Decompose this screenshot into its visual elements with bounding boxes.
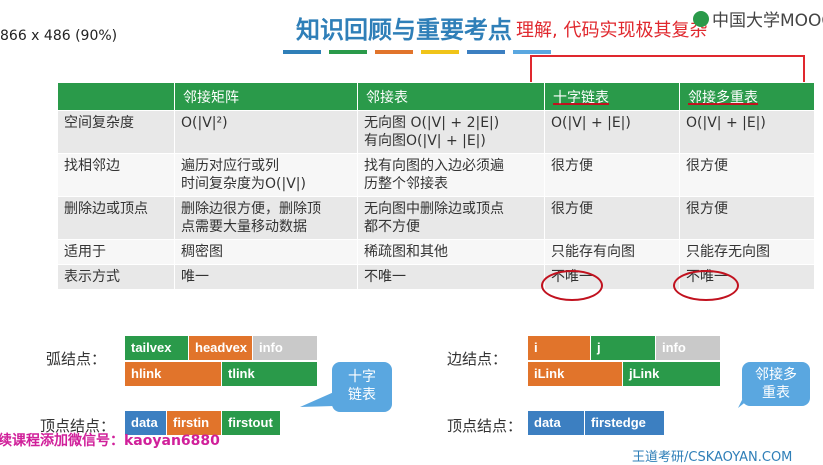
table-cell: 遍历对应行或列 时间复杂度为O(|V|) [174, 153, 358, 197]
row-header-cell: 表示方式 [57, 264, 175, 290]
table-cell: 稠密图 [174, 239, 358, 265]
table-cell: 无向图 O(|V| + 2|E|) 有向图O(|V| + |E|) [357, 110, 545, 154]
table-cell: O(|V|²) [174, 110, 358, 154]
callout-pointer [738, 392, 758, 408]
color-bar-segment [329, 50, 367, 54]
row-header-cell: 删除边或顶点 [57, 196, 175, 240]
callout-pointer [300, 392, 334, 407]
row-header-cell: 适用于 [57, 239, 175, 265]
handwritten-annotation: 理解, 代码实现极其复杂 [516, 20, 708, 41]
annotation-circle [673, 270, 739, 301]
table-header-cell: 邻接多重表 [679, 82, 815, 111]
table-cell: 唯一 [174, 264, 358, 290]
color-bar-segment [421, 50, 459, 54]
row-header-cell: 找相邻边 [57, 153, 175, 197]
field-hlink: hlink [125, 362, 221, 386]
mooc-logo-text: 中国大学MOOC [712, 11, 823, 31]
edge-node-label: 边结点： [447, 350, 508, 368]
annotation-circle [541, 270, 603, 301]
table-header-multi-adj: 邻接多重表 [688, 89, 758, 106]
watermark-text: 续课程添加微信号：kaoyan6880 [0, 433, 220, 449]
table-header-cell [57, 82, 175, 111]
color-bar-segment [375, 50, 413, 54]
table-cell: 很方便 [679, 196, 815, 240]
field-info: info [253, 336, 317, 360]
table-row: 找相邻边 遍历对应行或列 时间复杂度为O(|V|) 找有向图的入边必须遍 历整个邻接… [57, 153, 815, 197]
table-header-cell: 邻接表 [357, 82, 545, 111]
table-cell: 找有向图的入边必须遍 历整个邻接表 [357, 153, 545, 197]
field-info-edge: info [656, 336, 720, 360]
field-i: i [528, 336, 590, 360]
row-header-cell: 空间复杂度 [57, 110, 175, 154]
field-j: j [591, 336, 655, 360]
footer-text: 王道考研/CSKAOYAN.COM [632, 450, 793, 465]
field-ilink: iLink [528, 362, 622, 386]
table-header-cross-list: 十字链表 [553, 89, 609, 106]
field-jlink: jLink [623, 362, 720, 386]
color-bar-segment [283, 50, 321, 54]
table-cell: O(|V| + |E|) [544, 110, 680, 154]
arc-node-label: 弧结点： [46, 350, 107, 368]
table-cell: O(|V| + |E|) [679, 110, 815, 154]
table-cell: 不唯一 [357, 264, 545, 290]
field-data-right: data [528, 411, 584, 435]
field-tailvex: tailvex [125, 336, 188, 360]
table-cell: 很方便 [679, 153, 815, 197]
mooc-logo-icon [693, 10, 709, 27]
title-color-bar [283, 50, 551, 54]
color-bar-segment [467, 50, 505, 54]
table-cell: 只能存无向图 [679, 239, 815, 265]
field-firstout: firstout [222, 411, 280, 435]
table-row: 适用于 稠密图 稀疏图和其他 只能存有向图 只能存无向图 [57, 239, 815, 265]
table-cell: 稀疏图和其他 [357, 239, 545, 265]
table-header-cell: 十字链表 [544, 82, 680, 111]
field-tlink: tlink [222, 362, 317, 386]
field-firstedge: firstedge [585, 411, 664, 435]
table-header-row: 邻接矩阵 邻接表 十字链表 邻接多重表 [57, 82, 815, 111]
vertex-node-label-right: 顶点结点： [447, 417, 523, 435]
table-cell: 删除边很方便，删除顶 点需要大量移动数据 [174, 196, 358, 240]
table-cell: 无向图中删除边或顶点 都不方便 [357, 196, 545, 240]
comparison-table: 邻接矩阵 邻接表 十字链表 邻接多重表 空间复杂度 O(|V|²) 无向图 O(|V… [57, 82, 815, 290]
slide-title: 知识回顾与重要考点 [296, 16, 512, 44]
color-bar-segment [513, 50, 551, 54]
callout-cross-list: 十字 链表 [332, 362, 392, 412]
table-cell: 很方便 [544, 153, 680, 197]
screenshot-size-label: 866 x 486 (90%) [0, 28, 118, 44]
table-cell: 只能存有向图 [544, 239, 680, 265]
field-headvex: headvex [189, 336, 252, 360]
table-row: 空间复杂度 O(|V|²) 无向图 O(|V| + 2|E|) 有向图O(|V| +… [57, 110, 815, 154]
mooc-logo: 中国大学MOOC [693, 6, 823, 31]
table-cell: 很方便 [544, 196, 680, 240]
table-row: 删除边或顶点 删除边很方便，删除顶 点需要大量移动数据 无向图中删除边或顶点 都不方… [57, 196, 815, 240]
table-header-cell: 邻接矩阵 [174, 82, 358, 111]
